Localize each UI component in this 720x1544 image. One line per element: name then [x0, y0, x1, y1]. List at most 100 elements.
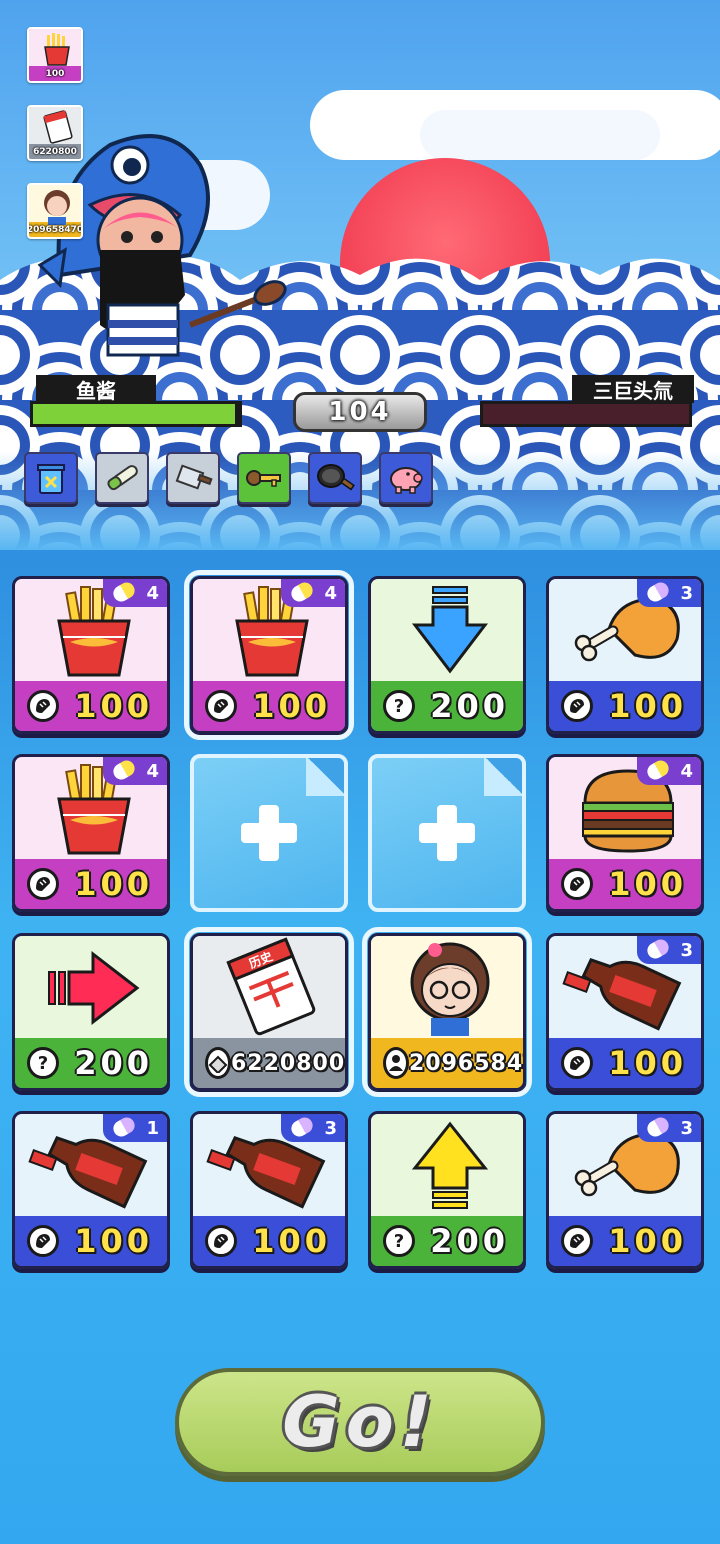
item-art: 历史 [193, 936, 345, 1038]
item-card-fries[interactable]: 4 100 [184, 570, 354, 740]
cleaver-button[interactable] [166, 452, 220, 504]
pill-icon [288, 1114, 316, 1140]
cost-icon [205, 1047, 231, 1079]
cost-icon: ? [383, 1225, 415, 1257]
cost-bar: 100 [193, 1216, 345, 1266]
piggy-bank-button[interactable] [379, 452, 433, 504]
count-badge: 4 [637, 757, 701, 785]
count-badge: 4 [103, 579, 167, 607]
piggy-bank-icon [390, 467, 423, 494]
girl-avatar-icon [44, 190, 70, 225]
key-button[interactable] [237, 452, 291, 504]
leek-button[interactable] [95, 452, 149, 504]
cost-bar: 6220800 [193, 1038, 345, 1088]
item-value: 100 [74, 865, 153, 903]
count-badge: 3 [637, 936, 701, 964]
arrow-down-icon [411, 586, 489, 674]
enemy-name: 三巨头氚 [572, 375, 694, 403]
item-count: 4 [146, 760, 159, 782]
question-icon: ? [393, 1230, 405, 1252]
enemy-hp-bar [480, 401, 692, 427]
item-card-chicken-leg[interactable]: 3 100 [546, 1111, 704, 1269]
count-badge: 3 [281, 1114, 345, 1142]
cost-bar: 100 [15, 1216, 167, 1266]
item-art [371, 579, 523, 681]
question-icon: ? [393, 695, 405, 717]
item-value: 100 [608, 687, 687, 725]
cost-icon [561, 1047, 593, 1079]
item-count: 4 [324, 582, 337, 604]
pill-icon [110, 757, 138, 783]
corner-fold [484, 758, 522, 796]
bread-icon [36, 877, 50, 891]
bread-icon [570, 699, 584, 713]
cost-bar: 100 [15, 859, 167, 909]
item-count: 3 [680, 582, 693, 604]
pill-icon [110, 579, 138, 605]
side-item-fries[interactable]: 100 [27, 27, 83, 83]
item-value: 6220800 [231, 1050, 346, 1076]
empty-slot[interactable] [190, 754, 348, 912]
item-card-fries[interactable]: 4 100 [12, 754, 170, 912]
tool-bar [24, 452, 433, 504]
item-card-arrow-right[interactable]: ? 200 [12, 933, 170, 1091]
girl-avatar-icon [410, 942, 490, 1036]
go-button[interactable]: Go! [175, 1368, 545, 1476]
item-value: 100 [608, 1222, 687, 1260]
item-art [15, 936, 167, 1038]
side-item-girl-avatar[interactable]: 209658470 [27, 183, 83, 239]
person-icon [389, 1055, 403, 1071]
corner-fold [306, 758, 344, 796]
cost-bar: 100 [549, 681, 701, 731]
item-value: 100 [252, 1222, 331, 1260]
item-value: 100 [608, 865, 687, 903]
item-value: 209658470 [409, 1050, 524, 1076]
pill-icon [644, 1114, 672, 1140]
eraser-icon [208, 1055, 228, 1073]
item-card-fries[interactable]: 4 100 [12, 576, 170, 734]
item-card-history-book[interactable]: 历史 6220800 [184, 927, 354, 1097]
bread-icon [570, 1234, 584, 1248]
cost-bar: 100 [15, 681, 167, 731]
cost-bar: 100 [193, 681, 345, 731]
item-count: 1 [146, 1117, 159, 1139]
pill-icon [110, 1114, 138, 1140]
cost-icon [27, 690, 59, 722]
player-hp-fill [33, 404, 235, 424]
level-counter: 104 [293, 392, 427, 432]
cost-icon [27, 1225, 59, 1257]
item-value: 200 [430, 687, 509, 725]
item-card-chicken-leg[interactable]: 3 100 [546, 576, 704, 734]
item-card-cola[interactable]: 3 100 [546, 933, 704, 1091]
side-item-value: 100 [45, 68, 65, 79]
cost-icon [27, 868, 59, 900]
player-hp-bar [30, 401, 242, 427]
plus-icon [241, 805, 297, 861]
cloud [420, 110, 660, 160]
item-card-girl-avatar[interactable]: 209658470 [362, 927, 532, 1097]
item-card-arrow-down[interactable]: ? 200 [368, 576, 526, 734]
item-card-cola[interactable]: 3 100 [190, 1111, 348, 1269]
count-badge: 3 [637, 1114, 701, 1142]
pill-icon [644, 579, 672, 605]
cost-bar: 209658470 [371, 1038, 523, 1088]
trash-can-button[interactable] [24, 452, 78, 504]
item-value: 100 [252, 687, 331, 725]
count-badge: 1 [103, 1114, 167, 1142]
arrow-right-icon [48, 950, 140, 1026]
player-name: 鱼酱 [36, 375, 156, 403]
cost-bar: 100 [549, 1038, 701, 1088]
item-count: 4 [680, 760, 693, 782]
side-item-history-book[interactable]: 6220800 [27, 105, 83, 161]
count-badge: 4 [103, 757, 167, 785]
frying-pan-button[interactable] [308, 452, 362, 504]
plus-icon [419, 805, 475, 861]
cost-icon [561, 1225, 593, 1257]
item-card-burger[interactable]: 4 100 [546, 754, 704, 912]
cost-bar: ? 200 [371, 681, 523, 731]
cost-bar: ? 200 [15, 1038, 167, 1088]
empty-slot[interactable] [368, 754, 526, 912]
item-art [371, 936, 523, 1038]
item-card-cola[interactable]: 1 100 [12, 1111, 170, 1269]
item-card-arrow-up[interactable]: ? 200 [368, 1111, 526, 1269]
